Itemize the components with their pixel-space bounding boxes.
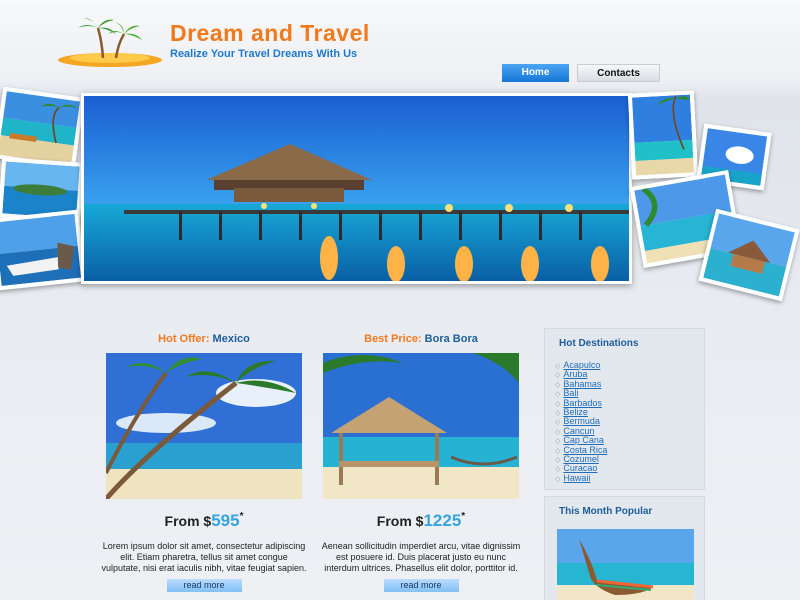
offer-title: Best Price: Bora Bora	[323, 333, 519, 345]
bullet-icon: ◇	[555, 400, 561, 408]
popular-title: This Month Popular	[559, 506, 653, 517]
offer-label: Hot Offer:	[158, 333, 210, 345]
destination-link[interactable]: Hawaii	[563, 473, 590, 483]
price-amount: 595	[211, 511, 240, 530]
bullet-icon: ◇	[555, 419, 561, 427]
offer-image-beach-hut	[323, 353, 519, 499]
offer-place: Mexico	[212, 333, 250, 345]
popular-box: This Month Popular	[544, 496, 705, 600]
nav-contacts-button[interactable]: Contacts	[577, 64, 660, 82]
hot-destinations-title: Hot Destinations	[559, 338, 639, 349]
hero-banner-image	[81, 93, 632, 284]
offer-description: Lorem ipsum dolor sit amet, consectetur …	[101, 541, 307, 573]
bullet-icon: ◇	[555, 428, 561, 436]
bullet-icon: ◇	[555, 466, 561, 474]
page: Dream and Travel Realize Your Travel Dre…	[0, 0, 800, 600]
read-more-button[interactable]: read more	[166, 579, 242, 592]
hot-destinations-box: Hot Destinations ◇ Acapulco ◇ Aruba ◇ Bahamas…	[544, 328, 705, 490]
bullet-icon: ◇	[555, 381, 561, 389]
offer-title: Hot Offer: Mexico	[106, 333, 302, 345]
bullet-icon: ◇	[555, 447, 561, 455]
main-nav: Home Contacts	[502, 64, 660, 82]
offer-price: From $595*	[106, 511, 302, 531]
offer-card-mexico: Hot Offer: Mexico From $595* Lorem ipsum…	[101, 333, 307, 593]
offer-card-bora-bora: Best Price: Bora Bora From $1225* Aenean…	[322, 333, 520, 593]
offer-place: Bora Bora	[424, 333, 478, 345]
collage-photo-palm-beach	[627, 90, 699, 180]
price-prefix: From $	[376, 513, 424, 529]
site-tagline: Realize Your Travel Dreams With Us	[170, 48, 358, 60]
bullet-icon: ◇	[555, 372, 561, 380]
popular-image-boat	[557, 529, 694, 600]
offer-image-palm-beach	[106, 353, 302, 499]
offer-label: Best Price:	[364, 333, 422, 345]
price-mark: *	[239, 511, 244, 522]
bullet-icon: ◇	[555, 391, 561, 399]
collage-photo-boat	[0, 209, 86, 291]
price-amount: 1225	[423, 511, 462, 530]
offer-price: From $1225*	[323, 511, 519, 531]
palm-island-logo	[58, 18, 162, 67]
bullet-icon: ◇	[555, 438, 561, 446]
collage-photo-hut	[698, 208, 800, 302]
collage-photo-beach-chairs	[0, 86, 85, 170]
site-title: Dream and Travel	[170, 20, 370, 46]
destinations-list: ◇ Acapulco ◇ Aruba ◇ Bahamas ◇ Bali ◇ Barbados ◇ Be…	[545, 349, 704, 483]
nav-home-button[interactable]: Home	[502, 64, 569, 82]
bullet-icon: ◇	[555, 363, 561, 370]
destination-item: ◇ Hawaii	[555, 473, 704, 483]
offer-description: Aenean sollicitudin imperdiet arcu, vita…	[321, 541, 521, 573]
bullet-icon: ◇	[555, 456, 561, 464]
bullet-icon: ◇	[555, 475, 561, 483]
price-prefix: From $	[164, 513, 212, 529]
bullet-icon: ◇	[555, 409, 561, 417]
read-more-button[interactable]: read more	[383, 579, 459, 592]
price-mark: *	[461, 511, 466, 522]
